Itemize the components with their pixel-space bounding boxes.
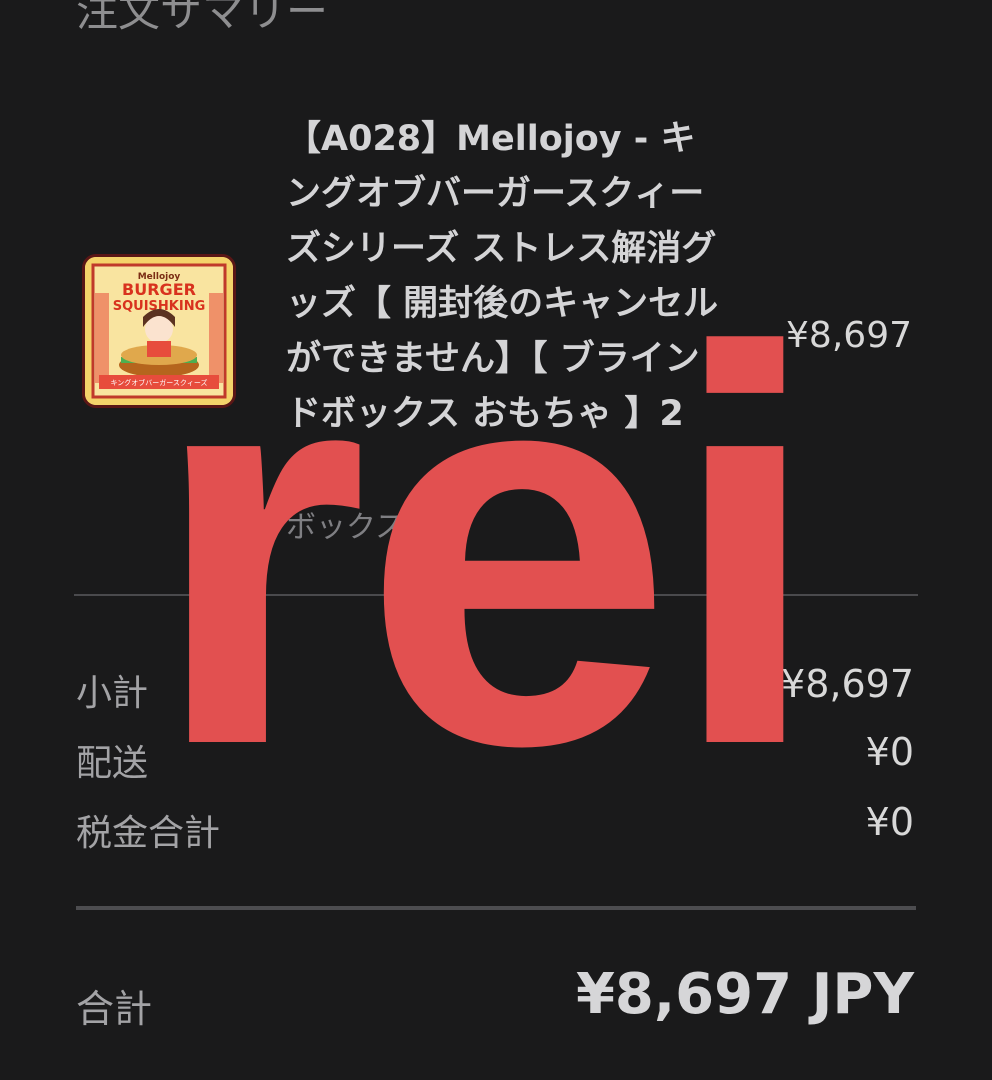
thumbnail-caption: キングオブバーガースクィーズ xyxy=(110,378,207,387)
subtotal-value: ¥8,697 xyxy=(781,662,914,706)
tax-value: ¥0 xyxy=(865,800,914,844)
page-title: 注文サマリー xyxy=(76,0,329,36)
product-thumbnail-art: Mellojoy BURGER SQUISHKING キングオブバーガースクィー… xyxy=(85,257,233,405)
subtotal-label: 小計 xyxy=(76,673,149,714)
product-variant: ボックス xyxy=(286,510,406,545)
total-value: ¥8,697 JPY xyxy=(575,962,914,1027)
shipping-label: 配送 xyxy=(76,743,149,784)
divider xyxy=(76,906,916,910)
divider xyxy=(74,594,918,596)
product-price: ¥8,697 xyxy=(786,315,912,356)
thumbnail-title-line1: BURGER xyxy=(122,280,196,299)
product-thumbnail: Mellojoy BURGER SQUISHKING キングオブバーガースクィー… xyxy=(82,254,236,408)
product-name: 【A028】Mellojoy - キングオブバーガースクィーズシリーズ ストレス… xyxy=(286,119,719,434)
total-label: 合計 xyxy=(76,987,153,1031)
tax-label: 税金合計 xyxy=(76,813,221,854)
shipping-value: ¥0 xyxy=(865,730,914,774)
